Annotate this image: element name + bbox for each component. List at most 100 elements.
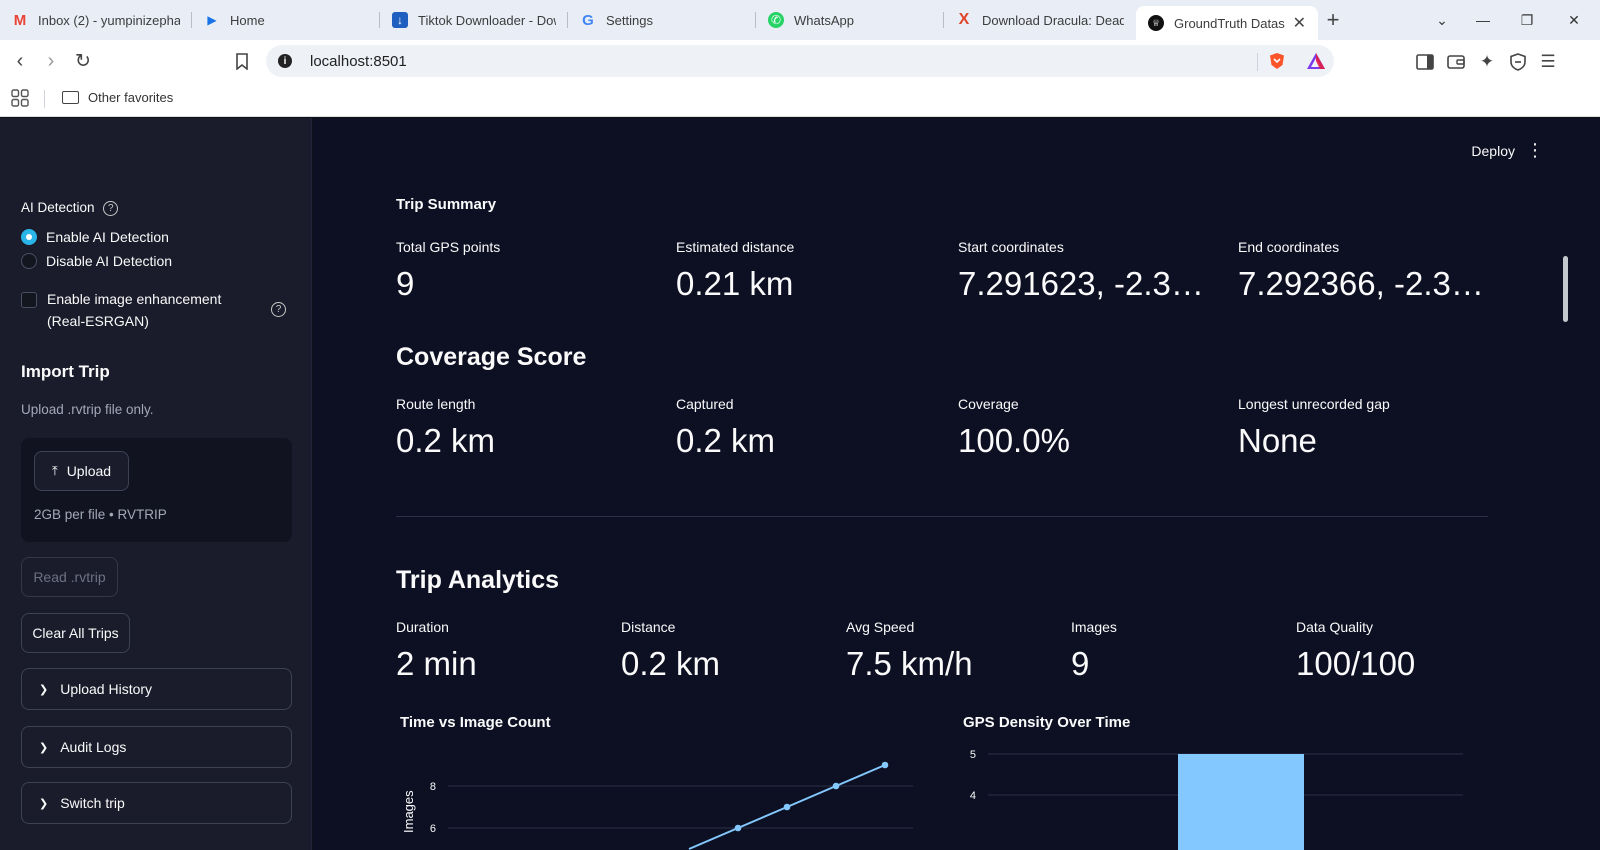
chevron-right-icon: ❯: [39, 797, 49, 810]
chart-title-time-vs-image-count: Time vs Image Count: [400, 714, 551, 731]
metric-value: 0.2 km: [396, 422, 496, 459]
menu-hamburger-icon[interactable]: ☰: [1538, 52, 1558, 72]
metric-total-gps-points: Total GPS points 9: [396, 239, 666, 303]
brave-rewards-icon[interactable]: [1306, 52, 1326, 70]
folder-icon: [62, 91, 79, 104]
data-point: [881, 761, 889, 769]
radio-disable-ai-detection[interactable]: Disable AI Detection: [21, 253, 172, 269]
tab-tiktok-downloader[interactable]: ↓ Tiktok Downloader - Dow: [380, 0, 568, 40]
metric-end-coordinates: End coordinates 7.292366, -2.3…: [1238, 239, 1508, 303]
import-trip-heading: Import Trip: [21, 362, 110, 381]
upload-button[interactable]: ⤒ Upload: [34, 451, 129, 491]
tab-whatsapp[interactable]: ✆ WhatsApp: [756, 0, 944, 40]
metric-value: 7.5 km/h: [846, 645, 973, 682]
clear-all-trips-button[interactable]: Clear All Trips: [21, 613, 130, 653]
tab-settings[interactable]: G Settings: [568, 0, 756, 40]
minimize-icon[interactable]: —: [1461, 0, 1505, 40]
read-rvtrip-button[interactable]: Read .rvtrip: [21, 557, 118, 597]
deploy-button[interactable]: Deploy: [1471, 143, 1515, 159]
bar: [1178, 754, 1304, 850]
forward-icon[interactable]: ›: [38, 48, 64, 74]
metric-value: 7.292366, -2.3…: [1238, 265, 1484, 302]
expander-switch-trip[interactable]: ❯ Switch trip: [21, 782, 292, 824]
metric-label: Images: [1071, 619, 1117, 635]
metric-avg-speed: Avg Speed 7.5 km/h: [846, 619, 1056, 683]
ai-detection-label: AI Detection ?: [21, 200, 119, 216]
radio-unchecked-icon: [21, 253, 37, 269]
reload-icon[interactable]: ↻: [70, 48, 96, 74]
y-tick-label: 5: [970, 749, 976, 761]
y-tick-label: 4: [970, 790, 976, 802]
trip-summary-heading: Trip Summary: [396, 196, 497, 213]
scrollbar-thumb[interactable]: [1563, 256, 1568, 322]
y-tick-label: 8: [430, 781, 436, 793]
metric-label: Coverage: [958, 396, 1019, 412]
kebab-menu-icon[interactable]: ⋮: [1526, 140, 1544, 161]
data-point: [783, 803, 791, 811]
data-point: [734, 824, 742, 832]
omnibox-separator: [1257, 53, 1258, 71]
image-enhancement-label[interactable]: Enable image enhancement (Real-ESRGAN): [47, 288, 257, 332]
tab-gmail[interactable]: M Inbox (2) - yumpinizephar: [0, 0, 192, 40]
new-tab-icon[interactable]: +: [1318, 7, 1348, 33]
streamlit-icon: ♕: [1148, 15, 1164, 31]
file-dropzone[interactable]: ⤒ Upload 2GB per file • RVTRIP: [21, 438, 292, 542]
tab-home[interactable]: ▶ Home: [192, 0, 380, 40]
google-icon: G: [582, 11, 594, 29]
metric-value: 2 min: [396, 645, 477, 682]
trip-analytics-heading: Trip Analytics: [396, 566, 560, 594]
chevron-right-icon: ❯: [39, 683, 49, 696]
tab-groundtruth-active[interactable]: ♕ GroundTruth Dataset ✕: [1136, 6, 1318, 40]
tab-dracula[interactable]: X Download Dracula: Dead: [944, 0, 1136, 40]
metric-start-coordinates: Start coordinates 7.291623, -2.3…: [958, 239, 1228, 303]
restore-icon[interactable]: ❐: [1505, 0, 1549, 40]
leo-ai-icon[interactable]: ✦: [1477, 52, 1497, 72]
site-info-icon[interactable]: i: [278, 54, 292, 68]
metric-label: Estimated distance: [676, 239, 795, 255]
x-icon: X: [958, 11, 970, 28]
gmail-icon: M: [13, 11, 27, 29]
image-enhancement-checkbox[interactable]: [21, 292, 37, 308]
radio-enable-ai-detection[interactable]: Enable AI Detection: [21, 229, 169, 245]
coverage-score-heading: Coverage Score: [396, 343, 587, 371]
help-circle-icon[interactable]: ?: [103, 200, 119, 216]
expander-upload-history[interactable]: ❯ Upload History: [21, 668, 292, 710]
wallet-icon[interactable]: [1446, 52, 1466, 72]
address-bar: ‹ › ↻ i localhost:8501 ✦ ☰: [0, 40, 1600, 82]
help-circle-icon[interactable]: ?: [271, 302, 286, 317]
sidebar-toggle-icon[interactable]: [1415, 52, 1435, 72]
chart-title-gps-density: GPS Density Over Time: [963, 714, 1131, 731]
tab-search-chevron-icon[interactable]: ⌄: [1420, 0, 1464, 40]
apps-grid-icon[interactable]: [11, 89, 29, 107]
brave-shield-icon[interactable]: [1268, 52, 1286, 70]
metric-label: Captured: [676, 396, 734, 412]
metric-value: None: [1238, 422, 1317, 459]
metric-value: 9: [1071, 645, 1090, 682]
bookmarks-bar: Other favorites: [0, 82, 1600, 117]
metric-images: Images 9: [1071, 619, 1281, 683]
metric-value: 0.2 km: [676, 422, 776, 459]
bookmark-icon[interactable]: [229, 48, 255, 74]
metric-value: 0.21 km: [676, 265, 794, 302]
omnibox[interactable]: i localhost:8501: [266, 45, 1334, 77]
metric-value: 9: [396, 265, 415, 302]
home-icon: ▶: [207, 13, 217, 27]
y-axis-label: Images: [401, 790, 416, 833]
metric-longest-gap: Longest unrecorded gap None: [1238, 396, 1508, 460]
metric-label: Distance: [621, 619, 676, 635]
upload-hint: Upload .rvtrip file only.: [21, 402, 154, 417]
metric-label: Data Quality: [1296, 619, 1374, 635]
main-content: Deploy ⋮ Trip Summary Total GPS points 9…: [313, 118, 1600, 850]
back-icon[interactable]: ‹: [7, 48, 33, 74]
vpn-shield-icon[interactable]: [1508, 52, 1528, 72]
close-tab-icon[interactable]: ✕: [1285, 13, 1306, 33]
window-close-icon[interactable]: ✕: [1552, 0, 1596, 40]
time-vs-image-count-chart[interactable]: 8 6 Images: [383, 743, 943, 850]
metric-captured: Captured 0.2 km: [676, 396, 946, 460]
expander-audit-logs[interactable]: ❯ Audit Logs: [21, 726, 292, 768]
metric-label: Longest unrecorded gap: [1238, 396, 1390, 412]
bookmark-folder-other-favorites[interactable]: Other favorites: [62, 90, 173, 105]
url-text[interactable]: localhost:8501: [310, 53, 407, 70]
metric-label: Duration: [396, 619, 449, 635]
gps-density-chart[interactable]: 54: [943, 743, 1483, 850]
